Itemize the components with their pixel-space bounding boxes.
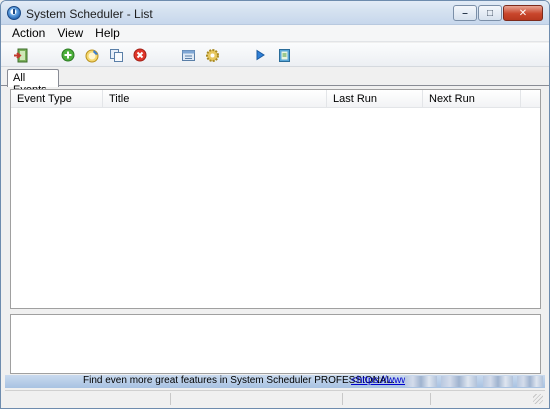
close-button[interactable]: ✕ bbox=[503, 5, 543, 21]
column-header-event-type[interactable]: Event Type bbox=[11, 90, 103, 108]
clock-app-icon[interactable] bbox=[7, 6, 21, 20]
settings-icon bbox=[205, 48, 219, 62]
list-header: Event Type Title Last Run Next Run bbox=[11, 90, 540, 108]
status-pane bbox=[171, 393, 343, 405]
column-header-next-run[interactable]: Next Run bbox=[423, 90, 521, 108]
blurred-region bbox=[405, 376, 437, 387]
minimize-button[interactable]: – bbox=[453, 5, 477, 21]
log-icon bbox=[278, 48, 290, 62]
app-window: System Scheduler - List – □ ✕ Action Vie… bbox=[0, 0, 550, 409]
menu-bar: Action View Help bbox=[1, 25, 549, 42]
menu-view[interactable]: View bbox=[51, 26, 89, 40]
play-icon bbox=[256, 49, 265, 61]
title-bar[interactable]: System Scheduler - List – □ ✕ bbox=[1, 1, 549, 25]
exit-icon bbox=[13, 48, 27, 62]
copy-event-button[interactable] bbox=[108, 47, 124, 63]
promo-text: Find even more great features in System … bbox=[83, 375, 395, 386]
event-details-panel bbox=[10, 314, 541, 374]
resize-grip[interactable] bbox=[533, 394, 543, 404]
promo-link[interactable]: <https://www bbox=[351, 375, 409, 386]
list-view-button[interactable] bbox=[180, 47, 196, 63]
column-header-title[interactable]: Title bbox=[103, 90, 327, 108]
maximize-button[interactable]: □ bbox=[478, 5, 502, 21]
window-title: System Scheduler - List bbox=[26, 7, 153, 21]
column-header-last-run[interactable]: Last Run bbox=[327, 90, 423, 108]
tab-all-events[interactable]: All Events bbox=[7, 69, 59, 96]
promo-bar: Find even more great features in System … bbox=[5, 375, 545, 388]
copy-event-icon bbox=[109, 48, 123, 62]
status-bar bbox=[5, 390, 545, 406]
add-event-button[interactable] bbox=[60, 47, 76, 63]
settings-button[interactable] bbox=[204, 47, 220, 63]
edit-event-icon bbox=[85, 49, 98, 62]
menu-help[interactable]: Help bbox=[89, 26, 126, 40]
toolbar bbox=[1, 43, 549, 67]
menu-action[interactable]: Action bbox=[6, 26, 51, 40]
status-pane bbox=[5, 393, 171, 405]
add-event-icon bbox=[61, 48, 75, 62]
delete-event-icon bbox=[133, 48, 147, 62]
log-button[interactable] bbox=[276, 47, 292, 63]
blurred-region bbox=[483, 376, 513, 387]
events-list[interactable]: Event Type Title Last Run Next Run bbox=[10, 89, 541, 309]
blurred-region bbox=[441, 376, 477, 387]
window-controls: – □ ✕ bbox=[452, 5, 543, 21]
edit-event-button[interactable] bbox=[84, 47, 100, 63]
blurred-region bbox=[517, 376, 543, 387]
run-button[interactable] bbox=[252, 47, 268, 63]
status-pane bbox=[343, 393, 431, 405]
list-view-icon bbox=[181, 49, 195, 61]
exit-button[interactable] bbox=[12, 47, 28, 63]
tab-strip: All Events bbox=[1, 68, 549, 96]
delete-event-button[interactable] bbox=[132, 47, 148, 63]
